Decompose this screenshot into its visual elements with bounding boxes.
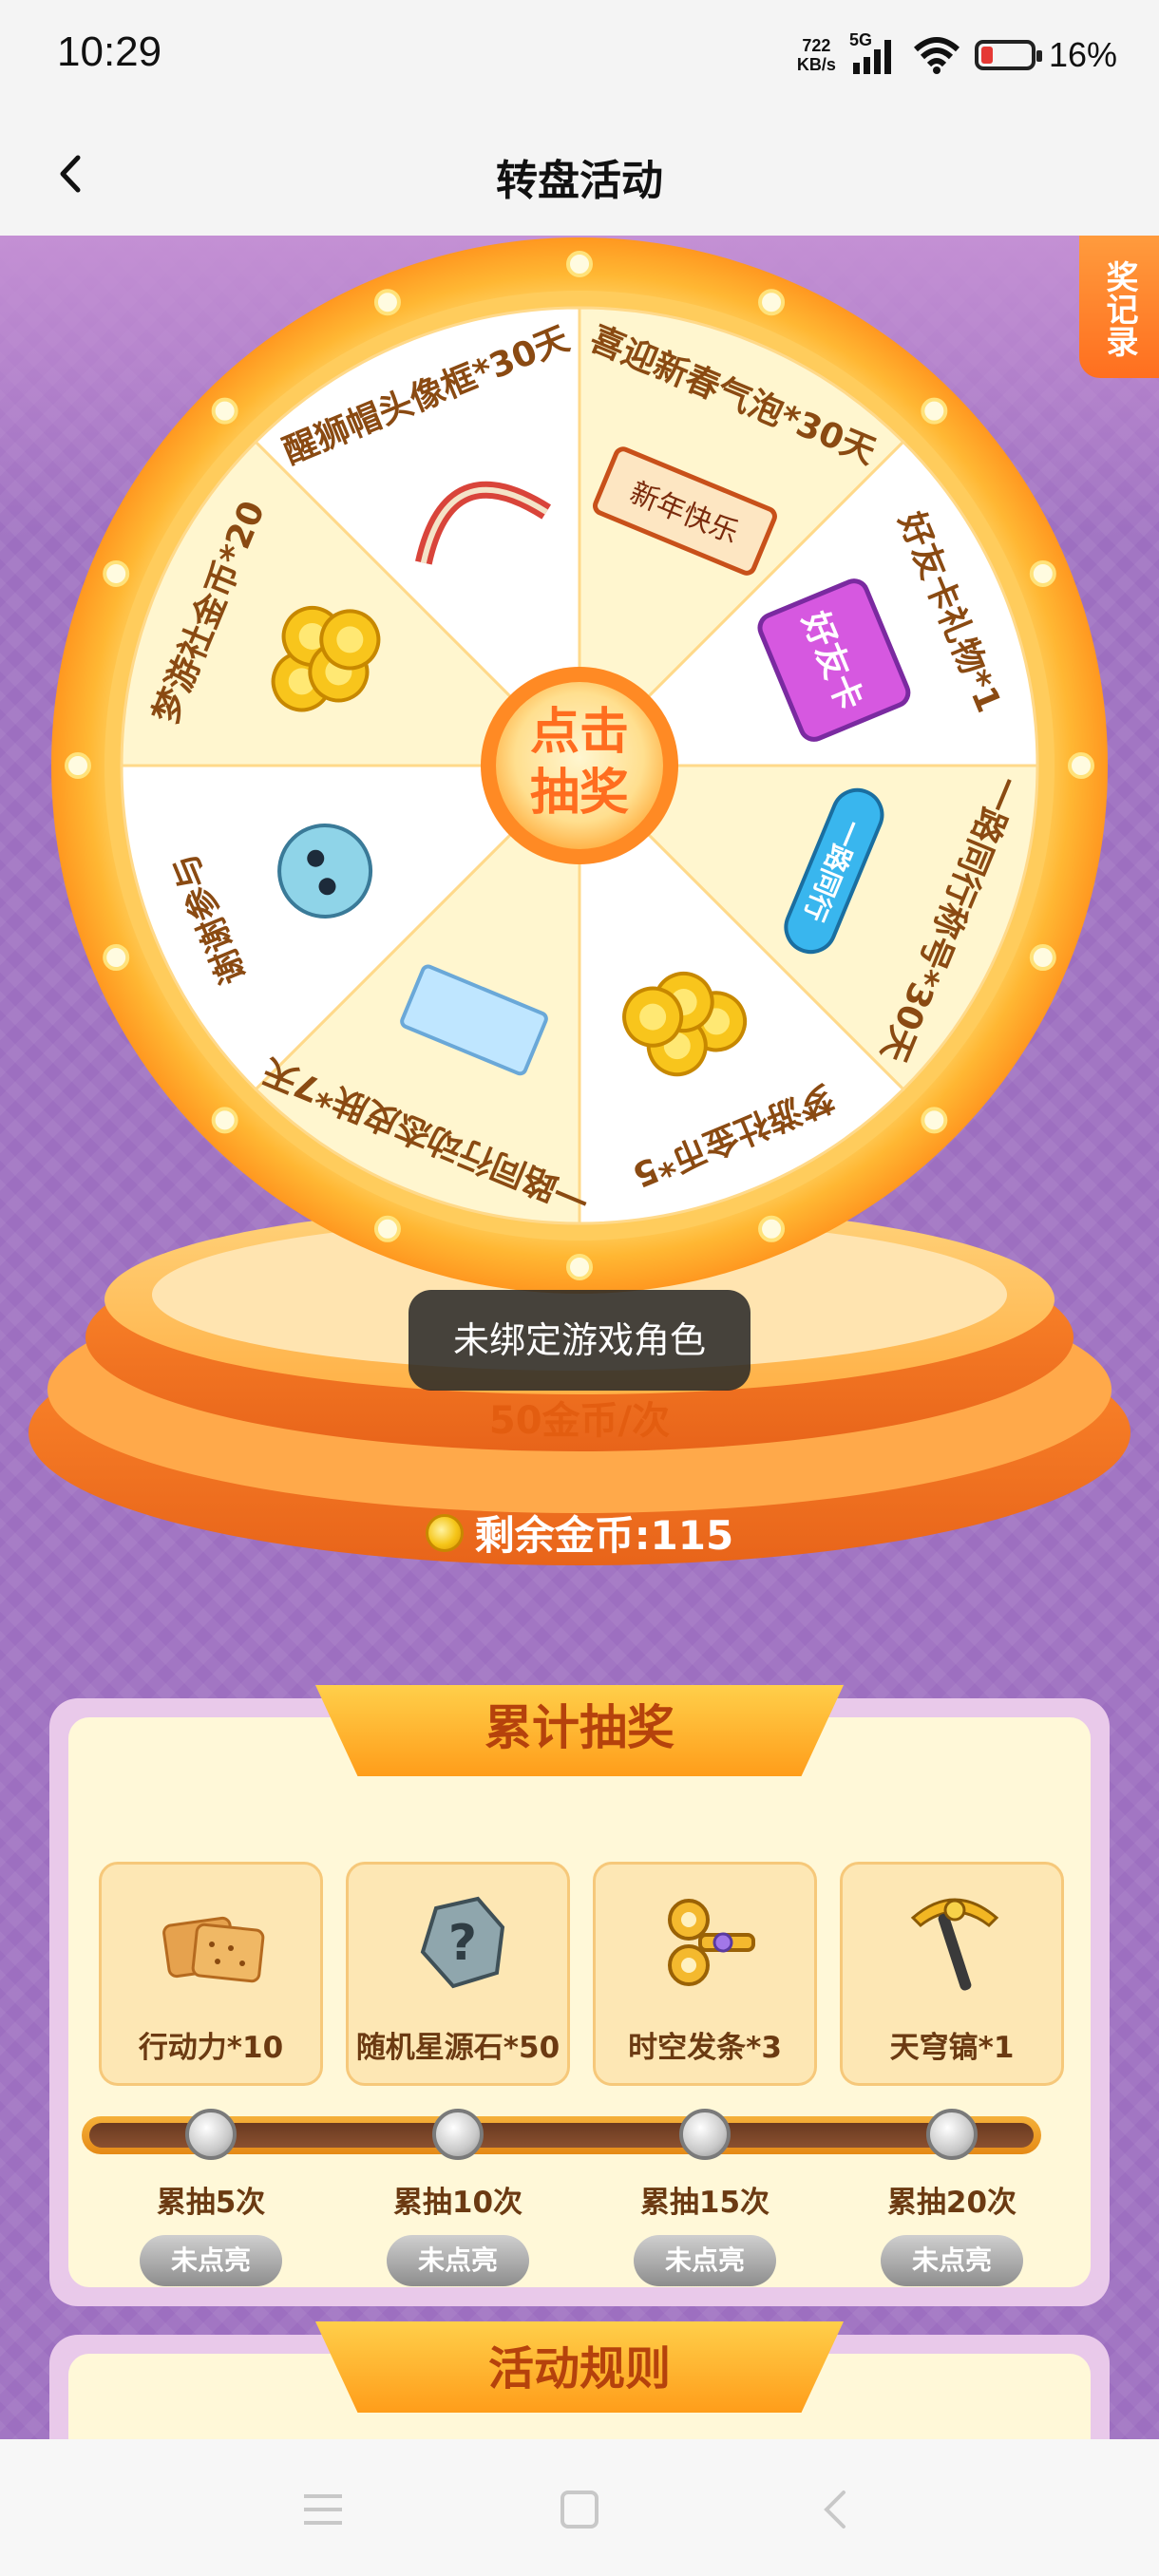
coin-icon bbox=[425, 1513, 464, 1552]
milestone-label-2: 累抽10次 bbox=[392, 2186, 523, 2220]
milestone-badge-3[interactable]: 未点亮 bbox=[634, 2235, 776, 2286]
rules-title: 活动规则 bbox=[315, 2321, 844, 2413]
status-bar: 10:29 722 KB/s 5G 16% bbox=[0, 0, 1159, 112]
cumulative-title: 累计抽奖 bbox=[315, 1685, 844, 1776]
wheel-light bbox=[921, 1107, 948, 1134]
reward-card-4[interactable]: 天穹镐*1 bbox=[840, 1862, 1064, 2086]
milestone-label-4: 累抽20次 bbox=[886, 2186, 1017, 2220]
signal-icon: 5G bbox=[849, 30, 899, 76]
wheel-light bbox=[1068, 752, 1094, 779]
remaining-coins: 剩余金币:115 bbox=[0, 1504, 1159, 1562]
page-title: 转盘活动 bbox=[496, 157, 663, 205]
reward-card-2[interactable]: ? 随机星源石*50 bbox=[346, 1862, 570, 2086]
wheel-light bbox=[65, 752, 91, 779]
toast-message: 未绑定游戏角色 bbox=[408, 1290, 750, 1391]
wifi-icon bbox=[913, 37, 960, 74]
wheel-light bbox=[566, 1254, 593, 1280]
remaining-coins-label: 剩余金币:115 bbox=[474, 1512, 734, 1559]
progress-node-1 bbox=[185, 2109, 237, 2160]
svg-text:?: ? bbox=[448, 1915, 477, 1972]
milestone-label-1: 累抽5次 bbox=[156, 2186, 266, 2220]
menu-icon[interactable] bbox=[294, 2481, 352, 2538]
spin-button-line2: 抽奖 bbox=[530, 765, 629, 822]
reward-card-1[interactable]: 行动力*10 bbox=[99, 1862, 323, 2086]
milestone-badge-2[interactable]: 未点亮 bbox=[387, 2235, 529, 2286]
record-tab[interactable]: 奖记录 bbox=[1079, 236, 1159, 378]
wheel-light bbox=[211, 1107, 238, 1134]
status-icons: 722 KB/s 5G 16% bbox=[797, 28, 1117, 82]
system-nav-bar bbox=[0, 2439, 1159, 2576]
wheel-light bbox=[1029, 559, 1056, 587]
net-speed: 722 KB/s bbox=[796, 36, 836, 74]
wheel-light bbox=[103, 559, 130, 587]
wind-up-key-icon bbox=[668, 1899, 755, 1986]
battery-percent: 16% bbox=[1048, 35, 1117, 74]
battery-icon bbox=[974, 40, 1042, 70]
main-content: 喜迎新春气泡*30天 好友卡礼物*1 一路同行称号*30天 梦游社金币*5 一路同行动态… bbox=[0, 236, 1159, 2439]
rules-panel: 活动规则 bbox=[49, 2321, 1110, 2439]
back-nav-icon[interactable] bbox=[808, 2481, 864, 2538]
wheel-light bbox=[103, 944, 130, 972]
cumulative-panel: 累计抽奖 行动力*10 ? 随机星源石*50 时空发条*3 天穹镐*1 累抽5次… bbox=[49, 1685, 1110, 2306]
spin-button-line1: 点击 bbox=[530, 704, 629, 761]
progress-node-4 bbox=[926, 2109, 978, 2160]
cost-per-spin: 50金币/次 bbox=[488, 1399, 671, 1443]
biscuit-icon bbox=[162, 1916, 265, 1983]
wheel-light bbox=[921, 397, 948, 425]
header: 转盘活动 bbox=[0, 112, 1159, 236]
wheel-light bbox=[566, 251, 593, 277]
wheel-light bbox=[1029, 944, 1056, 972]
progress-node-3 bbox=[679, 2109, 731, 2160]
progress-node-2 bbox=[432, 2109, 484, 2160]
milestone-badge-1[interactable]: 未点亮 bbox=[140, 2235, 282, 2286]
wheel-light bbox=[758, 289, 786, 316]
wheel-light bbox=[211, 397, 238, 425]
spin-button[interactable]: 点击 抽奖 bbox=[481, 667, 678, 864]
milestone-label-3: 累抽15次 bbox=[639, 2186, 770, 2220]
wheel-light bbox=[373, 289, 401, 316]
wheel-light bbox=[758, 1215, 786, 1242]
pickaxe-icon bbox=[910, 1898, 999, 1991]
milestone-badge-4[interactable]: 未点亮 bbox=[881, 2235, 1023, 2286]
reward-card-3[interactable]: 时空发条*3 bbox=[593, 1862, 817, 2086]
status-time: 10:29 bbox=[57, 28, 162, 75]
wheel-light bbox=[373, 1215, 401, 1242]
home-icon[interactable] bbox=[551, 2481, 608, 2538]
mystery-stone-icon: ? bbox=[420, 1896, 505, 1989]
prize-wheel: 喜迎新春气泡*30天好友卡礼物*1一路同行称号*30天梦游社金币*5一路同行动态… bbox=[51, 237, 1108, 1294]
